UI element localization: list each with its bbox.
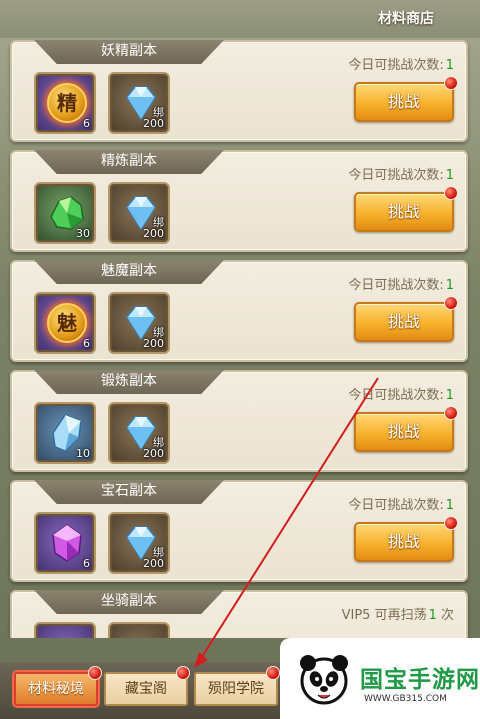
- challenge-button[interactable]: 挑战: [354, 412, 454, 452]
- daily-limit: 今日可挑战次数: 1: [348, 388, 454, 403]
- reward-slot-diamond[interactable]: 绑 200: [108, 402, 170, 464]
- notification-dot: [444, 76, 458, 90]
- material-shop-label[interactable]: 材料商店: [378, 8, 434, 28]
- reward-slot-token[interactable]: 魅 6: [34, 292, 96, 354]
- dungeon-card-charm: 魅魔副本 魅 6 绑 200 今日可挑战次数: 1 挑战: [10, 260, 468, 362]
- notification-dot: [176, 666, 190, 680]
- reward-slot-diamond[interactable]: 绑 200: [108, 182, 170, 244]
- reward-quantity: 6: [83, 117, 90, 130]
- reward-quantity: 30: [76, 227, 90, 240]
- dungeon-title: 坐骑副本: [34, 590, 224, 614]
- reward-slot-token[interactable]: 精 6: [34, 72, 96, 134]
- dungeon-card-forge: 锻炼副本 10 绑 200 今日可挑战次数: 1 挑战: [10, 370, 468, 472]
- reward-slot-item[interactable]: [108, 622, 170, 638]
- watermark-title: 国宝手游网: [360, 667, 480, 693]
- challenge-button[interactable]: 挑战: [354, 192, 454, 232]
- reward-slot-amethyst[interactable]: 6: [34, 512, 96, 574]
- dungeon-card-refine: 精炼副本 30 绑 200 今日可挑战次数: 1 挑战: [10, 150, 468, 252]
- tab-academy[interactable]: 殒阳学院: [194, 672, 278, 706]
- reward-quantity: 200: [143, 227, 164, 240]
- reward-quantity: 200: [143, 117, 164, 130]
- notification-dot: [444, 516, 458, 530]
- dungeon-title: 锻炼副本: [34, 370, 224, 394]
- panda-logo-icon: [300, 655, 348, 705]
- top-strip: 材料商店: [0, 0, 480, 38]
- challenge-button[interactable]: 挑战: [354, 522, 454, 562]
- vip-sweep-limit: VIP5 可再扫荡 1 次: [341, 608, 454, 623]
- dungeon-title: 宝石副本: [34, 480, 224, 504]
- daily-limit: 今日可挑战次数: 1: [348, 168, 454, 183]
- reward-slot-item[interactable]: [34, 622, 96, 638]
- challenge-button[interactable]: 挑战: [354, 302, 454, 342]
- reward-slot-emerald[interactable]: 30: [34, 182, 96, 244]
- reward-quantity: 200: [143, 557, 164, 570]
- reward-quantity: 200: [143, 447, 164, 460]
- dungeon-card-fairy: 妖精副本 精 6 绑 200 今日可挑战次数: 1 挑战: [10, 40, 468, 142]
- reward-quantity: 6: [83, 557, 90, 570]
- reward-slot-diamond[interactable]: 绑 200: [108, 512, 170, 574]
- dungeon-card-gem: 宝石副本 6 绑 200 今日可挑战次数: 1 挑战: [10, 480, 468, 582]
- dungeon-card-mount: 坐骑副本 VIP5 可再扫荡 1 次: [10, 590, 468, 638]
- reward-quantity: 10: [76, 447, 90, 460]
- charm-token-icon: 魅: [47, 303, 87, 343]
- watermark-url: WWW.GB315.COM: [364, 694, 447, 704]
- reward-slot-diamond[interactable]: 绑 200: [108, 292, 170, 354]
- reward-quantity: 6: [83, 337, 90, 350]
- reward-slot-diamond[interactable]: 绑 200: [108, 72, 170, 134]
- tab-treasure-pavilion[interactable]: 藏宝阁: [104, 672, 188, 706]
- notification-dot: [266, 666, 280, 680]
- reward-slot-crystal[interactable]: 10: [34, 402, 96, 464]
- fairy-token-icon: 精: [47, 83, 87, 123]
- notification-dot: [88, 666, 102, 680]
- notification-dot: [444, 186, 458, 200]
- reward-quantity: 200: [143, 337, 164, 350]
- challenge-button[interactable]: 挑战: [354, 82, 454, 122]
- daily-limit: 今日可挑战次数: 1: [348, 278, 454, 293]
- dungeon-title: 精炼副本: [34, 150, 224, 174]
- daily-limit: 今日可挑战次数: 1: [348, 498, 454, 513]
- dungeon-title: 妖精副本: [34, 40, 224, 64]
- dungeon-title: 魅魔副本: [34, 260, 224, 284]
- notification-dot: [444, 296, 458, 310]
- daily-limit: 今日可挑战次数: 1: [348, 58, 454, 73]
- dungeon-list[interactable]: 妖精副本 精 6 绑 200 今日可挑战次数: 1 挑战 精炼副本 30 绑 2…: [0, 38, 480, 638]
- tab-material-realm[interactable]: 材料秘境: [14, 672, 98, 706]
- notification-dot: [444, 406, 458, 420]
